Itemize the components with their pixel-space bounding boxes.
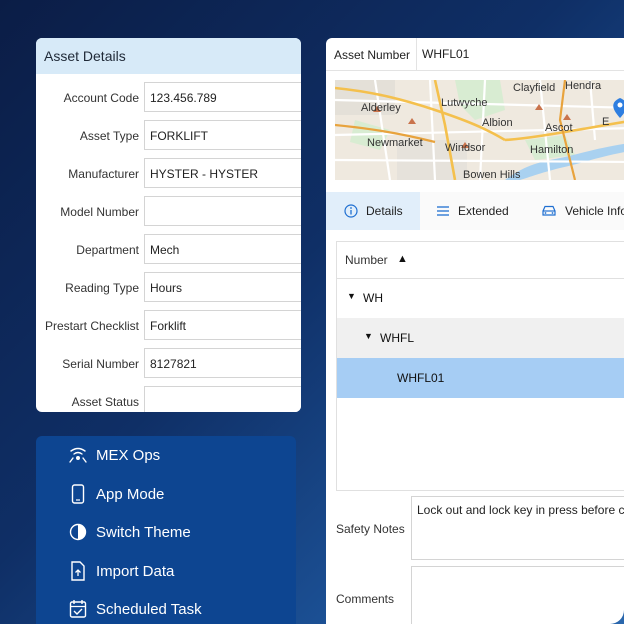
tab-details[interactable]: Details bbox=[326, 192, 420, 230]
tab-extended[interactable]: Extended bbox=[436, 192, 509, 230]
asset-panel: Asset Number WHFL01 Hendra Clayfield Ald… bbox=[326, 38, 624, 624]
reading-type-field: Reading Type Hours bbox=[36, 272, 301, 304]
serial-number-label: Serial Number bbox=[62, 357, 139, 371]
menu-item-import-data[interactable]: Import Data bbox=[68, 558, 174, 584]
tab-vehicle-info[interactable]: Vehicle Info bbox=[541, 192, 624, 230]
sort-ascending-icon: ▲ bbox=[397, 253, 408, 265]
menu-item-label: MEX Ops bbox=[96, 446, 161, 464]
tree-row-selected[interactable]: WHFL01 bbox=[337, 358, 624, 398]
safety-notes-textarea[interactable]: Lock out and lock key in press before co… bbox=[411, 496, 624, 560]
department-label: Department bbox=[76, 243, 139, 257]
serial-number-field: Serial Number 8127821 bbox=[36, 348, 301, 380]
account-code-field: Account Code 123.456.789 bbox=[36, 82, 301, 114]
manufacturer-field: Manufacturer HYSTER - HYSTER bbox=[36, 158, 301, 190]
list-icon bbox=[436, 205, 450, 217]
asset-status-label: Asset Status bbox=[71, 395, 139, 409]
tab-label: Details bbox=[366, 204, 403, 218]
prestart-checklist-field: Prestart Checklist Forklift bbox=[36, 310, 301, 342]
location-map[interactable]: Hendra Clayfield Alderley Lutwyche Albio… bbox=[335, 80, 624, 180]
tree-row[interactable]: ▼ WH bbox=[337, 278, 624, 318]
tab-label: Vehicle Info bbox=[565, 204, 624, 218]
menu-item-label: App Mode bbox=[96, 485, 165, 503]
map-label-newmarket: Newmarket bbox=[367, 137, 423, 149]
menu-item-label: Scheduled Task bbox=[96, 600, 202, 618]
map-label-ascot: Ascot bbox=[545, 122, 573, 134]
side-menu: MEX Ops App Mode Switch Theme Import Dat… bbox=[36, 436, 296, 624]
tab-label: Extended bbox=[458, 204, 509, 218]
column-number-label: Number bbox=[345, 253, 388, 267]
manufacturer-label: Manufacturer bbox=[68, 167, 139, 181]
model-number-field: Model Number bbox=[36, 196, 301, 228]
menu-item-label: Import Data bbox=[96, 562, 175, 580]
prestart-checklist-label: Prestart Checklist bbox=[44, 319, 139, 333]
map-label-windsor: Windsor bbox=[445, 142, 486, 154]
map-label-bowen-hills: Bowen Hills bbox=[463, 169, 521, 180]
model-number-input[interactable] bbox=[144, 196, 301, 226]
phone-icon bbox=[68, 484, 88, 504]
reading-type-input[interactable]: Hours bbox=[144, 272, 301, 302]
app-frame: Asset Details Account Code 123.456.789 A… bbox=[0, 0, 624, 624]
menu-item-app-mode[interactable]: App Mode bbox=[68, 481, 164, 507]
satellite-icon bbox=[68, 445, 88, 465]
map-label-alderley: Alderley bbox=[361, 102, 401, 114]
calendar-task-icon bbox=[68, 599, 88, 619]
asset-type-field: Asset Type FORKLIFT bbox=[36, 120, 301, 152]
menu-item-switch-theme[interactable]: Switch Theme bbox=[68, 519, 191, 545]
account-code-label: Account Code bbox=[63, 91, 139, 105]
model-number-label: Model Number bbox=[60, 205, 139, 219]
asset-number-input[interactable]: WHFL01 bbox=[416, 38, 624, 70]
safety-notes-label: Safety Notes bbox=[336, 522, 405, 536]
map-label-albion: Albion bbox=[482, 117, 513, 129]
theme-icon bbox=[68, 522, 88, 542]
tab-bar: Details Extended Vehicle Info bbox=[326, 192, 624, 230]
safety-notes-field: Safety Notes Lock out and lock key in pr… bbox=[326, 496, 624, 562]
tree-header[interactable]: Number ▲ bbox=[337, 242, 624, 279]
asset-status-field: Asset Status bbox=[36, 386, 301, 412]
upload-file-icon bbox=[68, 561, 88, 581]
department-field: Department Mech bbox=[36, 234, 301, 266]
asset-number-label: Asset Number bbox=[334, 48, 411, 62]
asset-tree: Number ▲ ▼ WH ▼ WHFL WHFL01 bbox=[336, 241, 624, 491]
comments-field: Comments bbox=[326, 566, 624, 624]
map-label-lutwyche: Lutwyche bbox=[441, 97, 488, 109]
expand-caret-icon[interactable]: ▼ bbox=[347, 291, 356, 301]
info-icon bbox=[344, 204, 358, 218]
asset-details-title: Asset Details bbox=[36, 38, 301, 74]
map-label-hendra: Hendra bbox=[565, 80, 602, 92]
menu-item-label: Switch Theme bbox=[96, 523, 191, 541]
asset-number-field: Asset Number WHFL01 bbox=[326, 38, 624, 71]
tree-row-label: WH bbox=[363, 291, 383, 305]
prestart-checklist-input[interactable]: Forklift bbox=[144, 310, 301, 340]
manufacturer-input[interactable]: HYSTER - HYSTER bbox=[144, 158, 301, 188]
menu-item-mex-ops[interactable]: MEX Ops bbox=[68, 442, 160, 468]
tree-row[interactable]: ▼ WHFL bbox=[337, 318, 624, 358]
asset-status-input[interactable] bbox=[144, 386, 301, 412]
map-label-edge: E bbox=[602, 116, 610, 128]
comments-label: Comments bbox=[336, 592, 395, 606]
asset-type-input[interactable]: FORKLIFT bbox=[144, 120, 301, 150]
expand-caret-icon[interactable]: ▼ bbox=[364, 331, 373, 341]
car-icon bbox=[541, 204, 557, 218]
map-label-hamilton: Hamilton bbox=[530, 144, 574, 156]
comments-textarea[interactable] bbox=[411, 566, 624, 624]
map-label-clayfield: Clayfield bbox=[513, 82, 556, 94]
menu-item-scheduled-task[interactable]: Scheduled Task bbox=[68, 596, 202, 622]
account-code-input[interactable]: 123.456.789 bbox=[144, 82, 301, 112]
tree-row-label: WHFL01 bbox=[397, 371, 445, 385]
map-background bbox=[335, 80, 624, 180]
tree-row-label: WHFL bbox=[380, 331, 414, 345]
serial-number-input[interactable]: 8127821 bbox=[144, 348, 301, 378]
department-input[interactable]: Mech bbox=[144, 234, 301, 264]
asset-type-label: Asset Type bbox=[79, 129, 139, 143]
reading-type-label: Reading Type bbox=[65, 281, 139, 295]
asset-details-card: Asset Details Account Code 123.456.789 A… bbox=[36, 38, 301, 412]
